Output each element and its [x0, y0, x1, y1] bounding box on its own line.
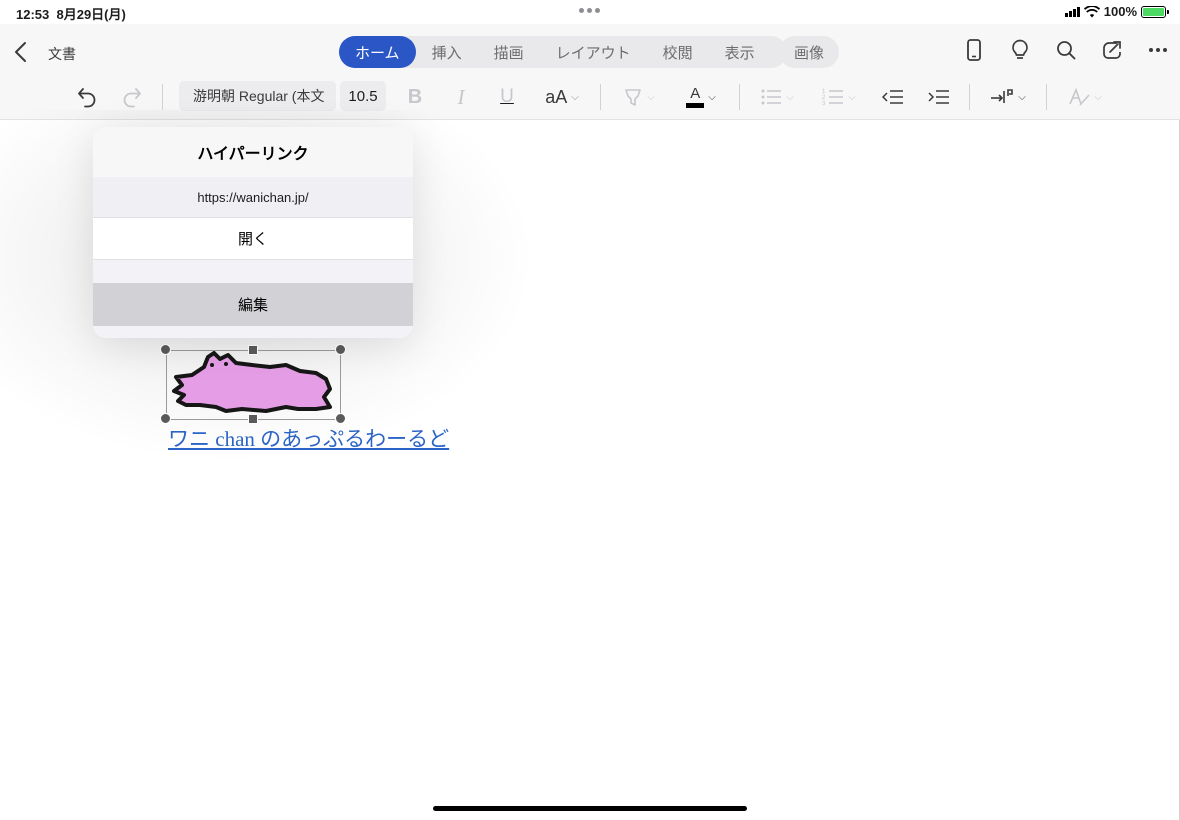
ribbon-tabs: ホーム 挿入 描画 レイアウト 校閲 表示 — [339, 36, 787, 68]
tab-insert[interactable]: 挿入 — [416, 36, 478, 68]
search-icon[interactable] — [1054, 38, 1078, 62]
mobile-view-icon[interactable] — [962, 38, 986, 62]
back-chevron-icon[interactable] — [10, 40, 34, 64]
tab-home[interactable]: ホーム — [339, 36, 416, 68]
image-selection-frame — [166, 350, 341, 420]
toolbar-divider — [162, 84, 163, 110]
underline-button[interactable]: U — [496, 80, 518, 114]
increase-indent-icon[interactable] — [926, 80, 952, 114]
toolbar-divider — [739, 84, 740, 110]
decrease-indent-icon[interactable] — [880, 80, 906, 114]
battery-percent: 100% — [1103, 4, 1137, 19]
lightbulb-icon[interactable] — [1008, 38, 1032, 62]
tab-view[interactable]: 表示 — [709, 36, 771, 68]
edit-link-button[interactable]: 編集 — [93, 283, 413, 326]
font-size-field[interactable]: 10.5 — [340, 81, 386, 111]
toolbar-divider — [969, 84, 970, 110]
open-link-button[interactable]: 開く — [93, 217, 413, 260]
highlighter-icon[interactable]: ⌵ — [618, 80, 660, 114]
cellular-signal-icon — [1064, 6, 1080, 17]
hyperlink-popover: ハイパーリンク https://wanichan.jp/ 開く 編集 — [93, 127, 413, 338]
bullet-list-icon[interactable]: ⌵ — [756, 80, 798, 114]
status-right: 100% — [1064, 4, 1169, 19]
status-time: 12:53 8月29日(月) — [16, 7, 126, 22]
status-bar: 12:53 8月29日(月) 100% — [0, 0, 1180, 24]
resize-handle-top[interactable] — [248, 345, 258, 355]
resize-handle-top-right[interactable] — [335, 344, 346, 355]
ribbon-right-icons — [962, 38, 1170, 62]
font-color-swatch — [686, 102, 705, 108]
tab-layout[interactable]: レイアウト — [540, 36, 647, 68]
ribbon: 文書 ホーム 挿入 描画 レイアウト 校閲 表示 画像 游明朝 Regular … — [0, 24, 1180, 120]
resize-handle-top-left[interactable] — [160, 344, 171, 355]
text-wrap-icon[interactable]: ⌵ — [986, 80, 1030, 114]
battery-icon — [1141, 5, 1169, 18]
tab-draw[interactable]: 描画 — [478, 36, 540, 68]
formatting-toolbar: 游明朝 Regular (本文 10.5 B I U aA ⌵ ⌵ A ⌵ ⌵ 1… — [0, 80, 1180, 114]
italic-button[interactable]: I — [450, 80, 472, 114]
font-color-button[interactable]: A ⌵ — [680, 80, 722, 114]
numbered-list-icon[interactable]: 123 ⌵ — [818, 80, 860, 114]
multitasking-dots-icon[interactable] — [579, 8, 603, 14]
document-title[interactable]: 文書 — [48, 44, 76, 64]
redo-icon[interactable] — [119, 80, 145, 114]
tab-review[interactable]: 校閲 — [647, 36, 709, 68]
font-size-menu-button[interactable]: aA ⌵ — [540, 80, 584, 114]
font-name-field[interactable]: 游明朝 Regular (本文 — [179, 81, 336, 111]
hyperlink-text[interactable]: ワニ chan のあっぷるわーるど — [168, 423, 449, 453]
hyperlink-url: https://wanichan.jp/ — [93, 177, 413, 217]
share-icon[interactable] — [1100, 38, 1124, 62]
undo-icon[interactable] — [74, 80, 100, 114]
toolbar-divider — [1046, 84, 1047, 110]
popover-title: ハイパーリンク — [93, 127, 413, 177]
styles-icon[interactable]: ⌵ — [1064, 80, 1106, 114]
home-indicator[interactable] — [433, 806, 747, 811]
wifi-icon — [1083, 5, 1100, 17]
svg-text:3: 3 — [822, 101, 826, 107]
tab-picture[interactable]: 画像 — [779, 36, 840, 68]
bold-button[interactable]: B — [404, 80, 426, 114]
toolbar-divider — [600, 84, 601, 110]
more-options-icon[interactable] — [1146, 38, 1170, 62]
